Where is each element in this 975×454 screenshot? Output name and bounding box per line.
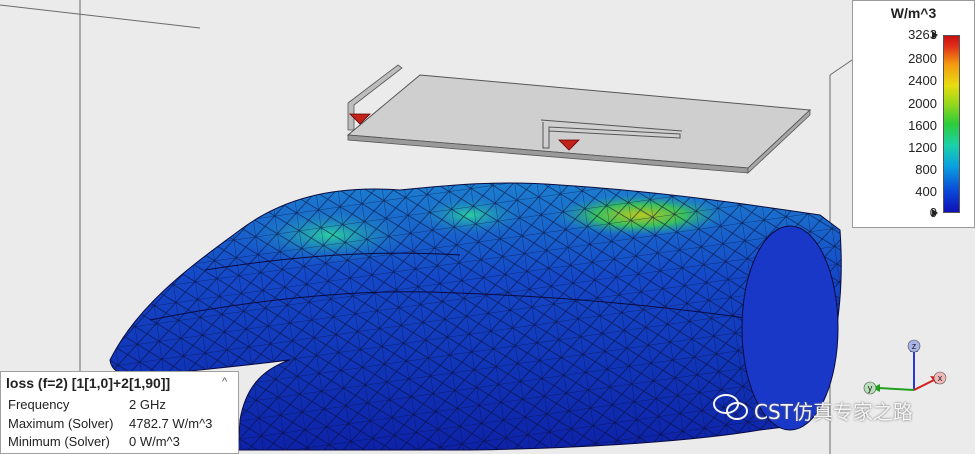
result-title: loss (f=2) [1[1,0]+2[1,90]] xyxy=(6,375,171,391)
info-value: 4782.7 W/m^3 xyxy=(129,416,213,431)
legend-tick: 1600 xyxy=(908,118,937,133)
info-value: 2 GHz xyxy=(129,397,166,412)
axis-x-label: x xyxy=(938,373,943,383)
legend-tick: 800 xyxy=(915,162,937,177)
legend-tick: 1200 xyxy=(908,140,937,155)
info-label: Minimum (Solver) xyxy=(8,434,110,449)
legend-tick: 2800 xyxy=(908,51,937,66)
legend-tick: 0 xyxy=(929,205,937,220)
info-label: Maximum (Solver) xyxy=(8,416,114,431)
axis-y-label: y xyxy=(868,383,873,393)
legend-unit: W/m^3 xyxy=(890,5,937,21)
watermark-text: CST仿真专家之路 xyxy=(754,400,913,424)
legend-max-caret-icon xyxy=(932,31,938,39)
wechat-icon xyxy=(713,394,748,420)
legend-tick: 3263 xyxy=(908,27,937,42)
color-legend: W/m^3 3263 2800 2400 2000 1600 1200 800 … xyxy=(852,0,975,228)
legend-color-bar xyxy=(943,35,960,213)
chevron-up-icon[interactable]: ^ xyxy=(222,377,232,388)
legend-tick: 400 xyxy=(915,184,937,199)
axis-z-label: z xyxy=(912,341,917,351)
result-info-panel: loss (f=2) [1[1,0]+2[1,90]] ^ Frequency … xyxy=(0,371,239,454)
legend-tick: 2000 xyxy=(908,96,937,111)
legend-min-caret-icon xyxy=(932,209,938,217)
info-label: Frequency xyxy=(8,397,70,412)
legend-tick: 2400 xyxy=(908,73,937,88)
info-value: 0 W/m^3 xyxy=(129,434,180,449)
